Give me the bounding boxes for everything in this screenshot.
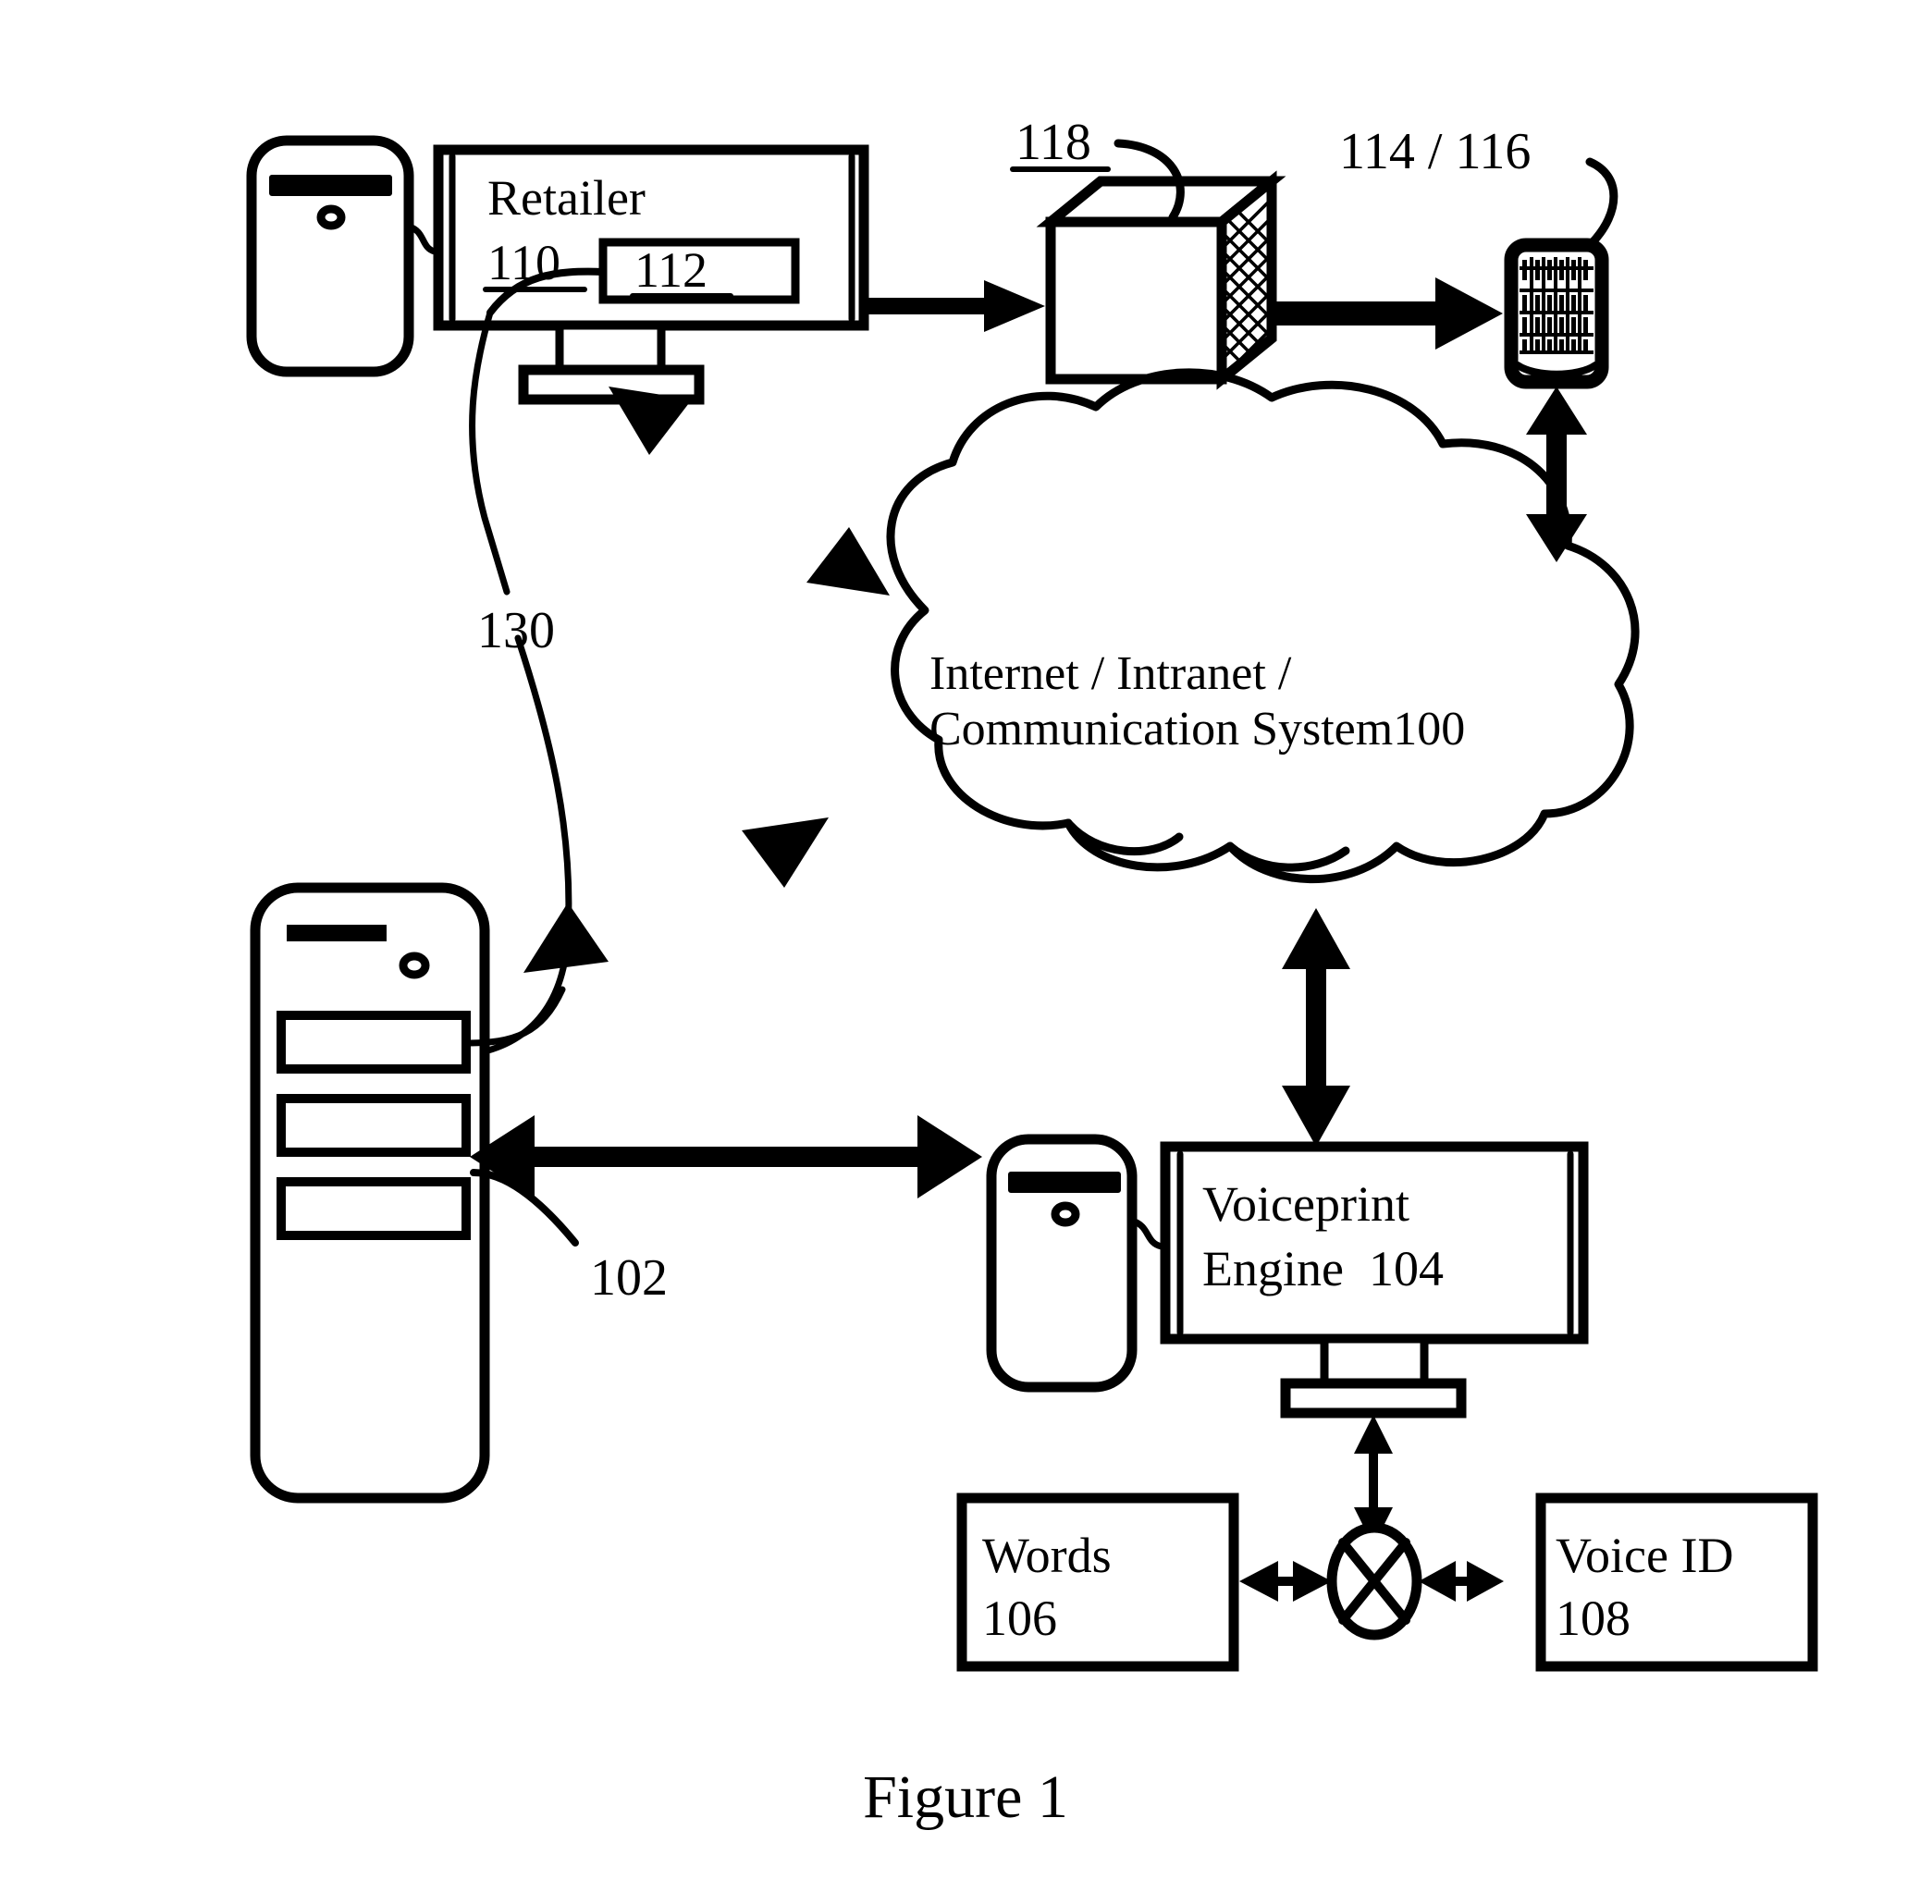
user-tower-bay-3 — [277, 1177, 471, 1240]
device-ref: 114 / 116 — [1339, 123, 1531, 180]
arrow-retailer-cloud — [609, 387, 890, 596]
figure-caption: Figure 1 — [863, 1763, 1068, 1831]
voiceprint-line-2: Engine 104 — [1202, 1241, 1444, 1296]
words-line-1: Words — [982, 1528, 1112, 1583]
leader-114-116-curve — [1585, 157, 1618, 247]
figure-diagram: Retailer 110 112 118 114 / 116 Internet … — [246, 114, 1818, 1831]
arrow-retailer-to-package — [864, 280, 1045, 332]
cloud-icon — [886, 368, 1640, 884]
voiceprint-line-1: Voiceprint — [1202, 1176, 1409, 1232]
arrow-package-to-device — [1274, 277, 1503, 350]
package-ref: 118 — [1015, 114, 1091, 171]
user-tower-ref: 102 — [590, 1249, 668, 1307]
voice-id-line-2: 108 — [1556, 1591, 1631, 1646]
crossed-circle-icon — [1326, 1522, 1422, 1640]
arrow-cloud-voiceprint — [1282, 908, 1350, 1147]
voiceprint-tower-icon — [986, 1134, 1138, 1393]
figure-page: Retailer 110 112 118 114 / 116 Internet … — [0, 0, 1932, 1904]
retailer-inner-ref: 112 — [634, 242, 708, 298]
connector-130-ref: 130 — [477, 602, 555, 659]
voice-id-line-1: Voice ID — [1556, 1528, 1733, 1583]
user-tower-bay-1 — [277, 1011, 471, 1074]
arrow-device-cloud — [1526, 387, 1587, 562]
arrow-crossnode-voiceid — [1419, 1561, 1504, 1602]
arrow-words-crossnode — [1239, 1561, 1332, 1602]
user-tower-bay-2 — [277, 1094, 471, 1157]
cloud-line-1: Internet / Intranet / — [929, 647, 1292, 700]
cloud-line-2: Communication System100 — [929, 703, 1465, 755]
retailer-ref: 110 — [487, 235, 560, 290]
retailer-label: Retailer — [487, 170, 646, 226]
arrow-user-voiceprint — [470, 1115, 982, 1198]
user-tower-icon — [250, 882, 490, 1504]
words-line-2: 106 — [982, 1591, 1057, 1646]
retailer-tower-icon — [246, 135, 414, 377]
mobile-phone-keypad-icon — [1504, 238, 1609, 389]
connector-130-upper — [469, 309, 511, 596]
